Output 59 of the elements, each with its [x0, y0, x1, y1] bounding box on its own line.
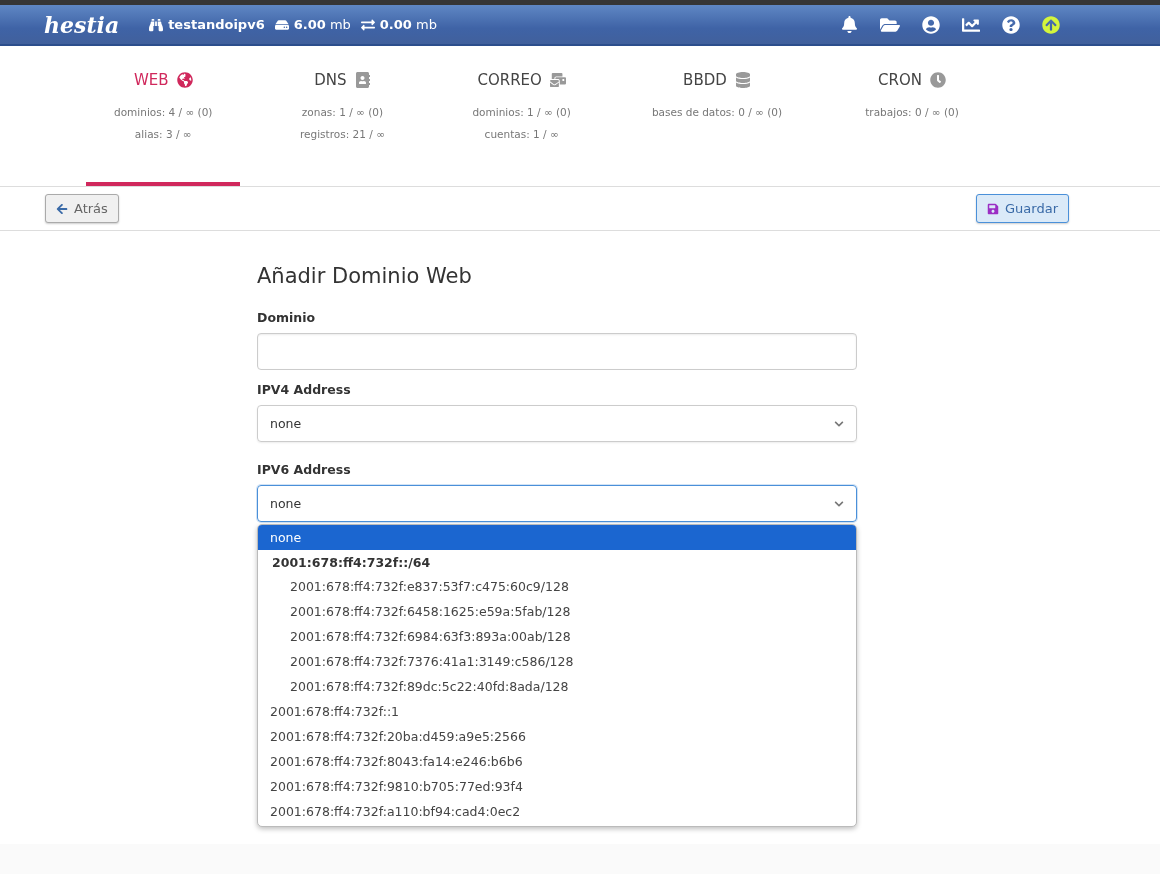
dropdown-option[interactable]: 2001:678:ff4:732f:89dc:5c22:40fd:8ada/128 — [258, 674, 856, 699]
nav-tab[interactable]: CORREO dominios: 1 / ∞ (0) cuentas: 1 / ∞ — [444, 46, 599, 186]
user-name: testandoipv6 — [149, 17, 265, 32]
tab-label: BBDD — [683, 71, 751, 89]
dropdown-option[interactable]: 2001:678:ff4:732f:20ba:d459:a9e5:2566 — [258, 724, 856, 749]
clock-icon — [930, 72, 946, 88]
nav-tab[interactable]: BBDD bases de datos: 0 / ∞ (0) — [623, 46, 810, 186]
tab-stat: registros: 21 / ∞ — [300, 127, 385, 142]
binoculars-icon — [149, 17, 164, 32]
field-label: IPV4 Address — [257, 382, 352, 397]
tab-label: CRON — [878, 71, 946, 89]
exchange-arrows-icon — [360, 17, 375, 32]
chart-icon[interactable] — [962, 15, 980, 34]
hard-drive-icon — [274, 17, 289, 32]
help-icon[interactable] — [1002, 15, 1020, 34]
dropdown-option[interactable]: 2001:678:ff4:732f:e837:53f7:c475:60c9/128 — [258, 574, 856, 599]
field-label: IPV6 Address — [257, 462, 352, 477]
dropdown-option[interactable]: 2001:678:ff4:732f::1 — [258, 699, 856, 724]
tab-label: WEB — [133, 71, 193, 89]
chevron-down-icon — [834, 498, 844, 509]
dropdown-option[interactable]: 2001:678:ff4:732f:9810:b705:77ed:93f4 — [258, 774, 856, 799]
save-button[interactable]: Guardar — [976, 194, 1069, 223]
chevron-down-icon — [834, 418, 844, 429]
back-button[interactable]: Atrás — [45, 194, 119, 223]
dropdown-option[interactable]: 2001:678:ff4:732f:8043:fa14:e246:b6b6 — [258, 749, 856, 774]
tab-stat: zonas: 1 / ∞ (0) — [301, 105, 384, 120]
tab-stat: trabajos: 0 / ∞ (0) — [865, 105, 959, 120]
disk-usage: 6.00 mb — [274, 17, 351, 32]
tab-stat: bases de datos: 0 / ∞ (0) — [651, 105, 782, 120]
save-icon — [987, 202, 1000, 215]
logo[interactable]: hestia — [44, 11, 120, 38]
field-label: Dominio — [257, 310, 317, 325]
select-field[interactable]: none — [257, 405, 857, 442]
notifications-icon[interactable] — [841, 16, 858, 33]
dropdown-option[interactable]: 2001:678:ff4:732f:a110:bf94:cad4:0ec2 — [258, 799, 856, 824]
tab-stat: alias: 3 / ∞ — [134, 127, 192, 142]
select-field[interactable]: none — [257, 485, 857, 522]
nav-tab[interactable]: DNS zonas: 1 / ∞ (0) registros: 21 / ∞ — [265, 46, 420, 186]
form-title: Añadir Dominio Web — [257, 264, 473, 288]
tab-stat: cuentas: 1 / ∞ — [484, 127, 559, 142]
database-icon — [734, 72, 751, 88]
tab-stat: dominios: 1 / ∞ (0) — [472, 105, 571, 120]
arrow-left-icon — [56, 202, 68, 215]
nav-tab[interactable]: CRON trabajos: 0 / ∞ (0) — [835, 46, 989, 186]
dropdown-option[interactable]: 2001:678:ff4:732f:6458:1625:e59a:5fab/128 — [258, 599, 856, 624]
address-book-icon — [354, 72, 371, 88]
dropdown-option[interactable]: none — [258, 525, 856, 550]
update-icon[interactable] — [1042, 15, 1060, 34]
option-group-label: 2001:678:ff4:732f::/64 — [271, 553, 432, 572]
tab-stat: dominios: 4 / ∞ (0) — [114, 105, 213, 120]
globe-icon — [176, 72, 193, 88]
envelopes-icon — [549, 72, 566, 88]
dropdown-option[interactable]: 2001:678:ff4:732f:6984:63f3:893a:00ab/128 — [258, 624, 856, 649]
bandwidth-usage: 0.00 mb — [360, 17, 437, 32]
domain-input[interactable] — [257, 333, 857, 370]
dropdown-option[interactable]: 2001:678:ff4:732f:7376:41a1:3149:c586/128 — [258, 649, 856, 674]
user-icon[interactable] — [922, 15, 940, 34]
tab-label: CORREO — [477, 71, 566, 89]
tab-label: DNS — [314, 71, 371, 89]
